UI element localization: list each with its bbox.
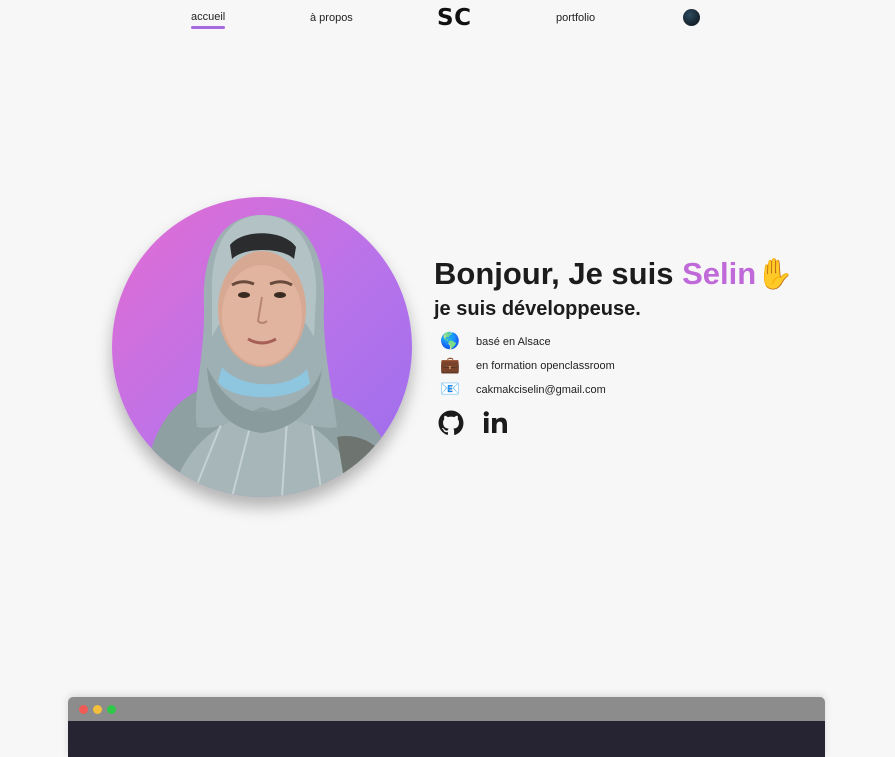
- info-list: 🌎 basé en Alsace 💼 en formation openclas…: [440, 330, 615, 402]
- window-body: [68, 721, 825, 757]
- info-training-text: en formation openclassroom: [476, 360, 615, 372]
- window-minimize-dot[interactable]: [93, 705, 102, 714]
- nav-link-a-propos[interactable]: à propos: [310, 11, 353, 25]
- nav-link-portfolio[interactable]: portfolio: [556, 11, 595, 25]
- info-item-email: 📧 cakmakciselin@gmail.com: [440, 378, 615, 402]
- hero-text: Bonjour, Je suis Selin✋ je suis développ…: [434, 253, 854, 322]
- nav-link-accueil[interactable]: accueil: [191, 10, 226, 29]
- globe-icon: 🌎: [440, 333, 460, 350]
- profile-avatar: [112, 197, 412, 497]
- info-item-location: 🌎 basé en Alsace: [440, 330, 615, 354]
- preview-window: [68, 697, 825, 757]
- hero-subtitle: je suis développeuse.: [434, 298, 641, 320]
- window-close-dot[interactable]: [79, 705, 88, 714]
- github-icon: [438, 410, 464, 435]
- github-link[interactable]: [438, 410, 464, 441]
- site-logo[interactable]: SC: [437, 4, 471, 32]
- linkedin-icon: [483, 411, 507, 433]
- greeting-prefix: Bonjour, Je suis: [434, 256, 683, 291]
- window-maximize-dot[interactable]: [107, 705, 116, 714]
- window-title-bar: [68, 697, 825, 721]
- wave-icon: ✋: [756, 257, 794, 292]
- info-email-text[interactable]: cakmakciselin@gmail.com: [476, 384, 606, 396]
- briefcase-icon: 💼: [440, 357, 460, 374]
- social-links: [438, 410, 528, 441]
- email-icon: 📧: [440, 381, 460, 398]
- linkedin-link[interactable]: [482, 410, 510, 441]
- profile-photo-illustration: [112, 215, 412, 497]
- greeting-heading: Bonjour, Je suis Selin✋: [434, 253, 854, 296]
- theme-toggle-icon[interactable]: [683, 9, 700, 26]
- info-location-text: basé en Alsace: [476, 336, 551, 348]
- info-item-training: 💼 en formation openclassroom: [440, 354, 615, 378]
- top-nav: accueil à propos SC portfolio: [0, 0, 895, 40]
- greeting-name: Selin: [682, 256, 757, 291]
